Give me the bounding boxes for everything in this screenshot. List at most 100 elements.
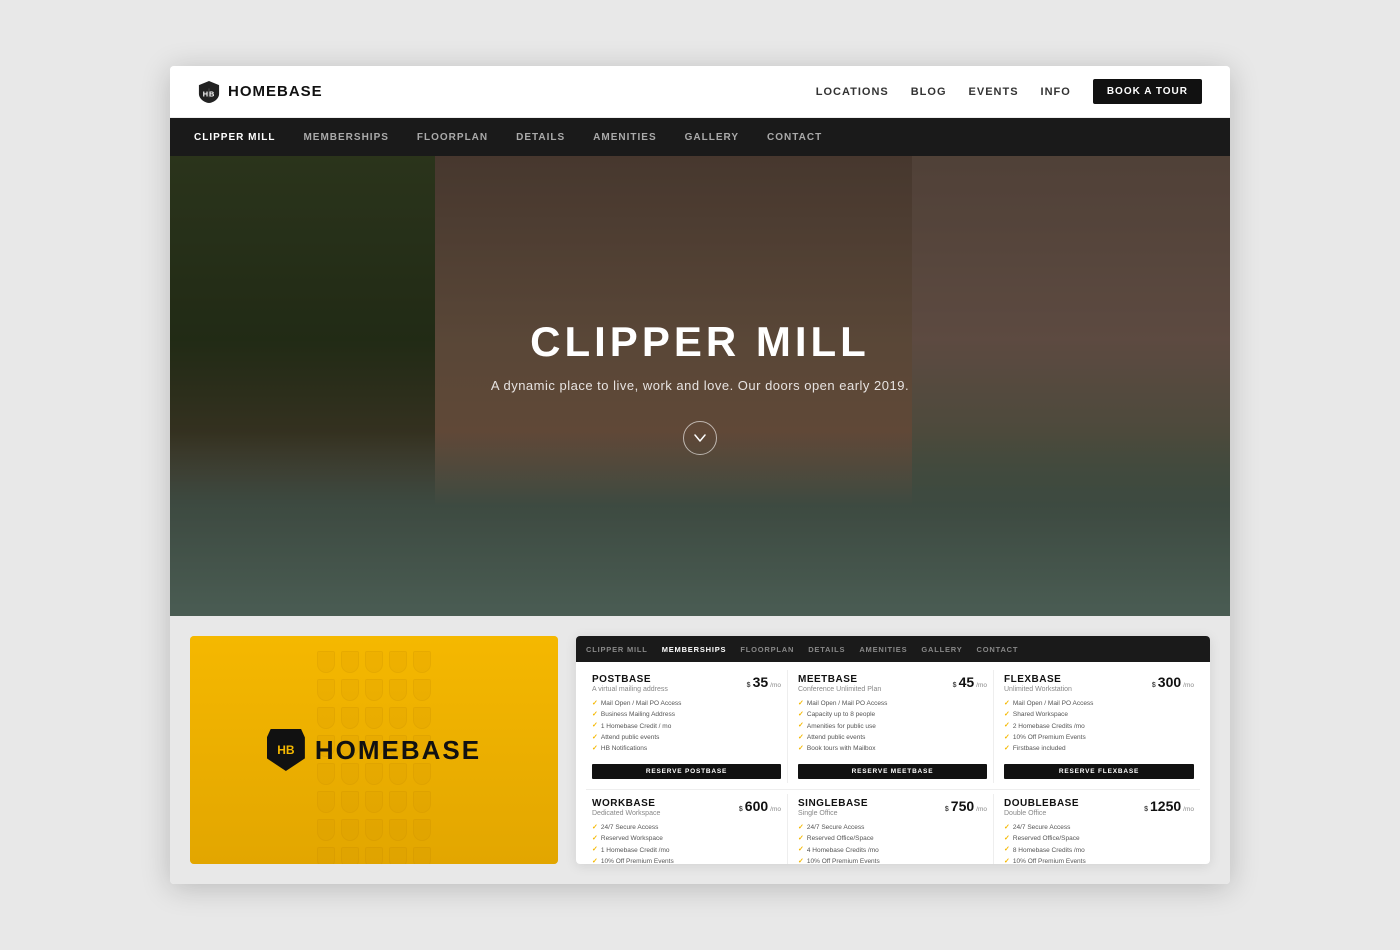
hero-section: CLIPPER MILL A dynamic place to live, wo… [170,156,1230,616]
postbase-desc: A virtual mailing address [592,685,668,694]
svg-text:HB: HB [203,89,215,98]
yellow-card-content: HB HOMEBASE [267,729,481,771]
doublebase-feature-1: 24/7 Secure Access [1004,822,1194,833]
scroll-down-button[interactable] [683,421,717,455]
singlebase-feature-3: 4 Homebase Credits /mo [798,845,987,856]
reserve-flexbase-button[interactable]: RESERVE FLEXBASE [1004,764,1194,779]
postbase-feature-5: HB Notifications [592,744,781,755]
hero-content: CLIPPER MILL A dynamic place to live, wo… [491,318,909,393]
nav-blog[interactable]: BLOG [911,86,947,98]
reserve-meetbase-button[interactable]: RESERVE MEETBASE [798,764,987,779]
postbase-features: Mail Open / Mail PO Access Business Mail… [592,698,781,755]
memberships-card: CLIPPER MILL MEMBERSHIPS FLOORPLAN DETAI… [576,636,1210,864]
postbase-feature-1: Mail Open / Mail PO Access [592,698,781,709]
hero-title: CLIPPER MILL [491,318,909,366]
tier-postbase: POSTBASE A virtual mailing address $ 35 … [586,670,788,783]
meetbase-feature-3: Amenities for public use [798,721,987,732]
top-nav: HB HOMEBASE LOCATIONS BLOG EVENTS INFO B… [170,66,1230,118]
subnav-details[interactable]: DETAILS [516,132,565,143]
brand-logo-card: HB HOMEBASE [267,729,481,771]
singlebase-feature-4: 10% Off Premium Events [798,856,987,864]
mem-nav-amenities[interactable]: AMENITIES [859,645,907,654]
postbase-feature-4: Attend public events [592,732,781,743]
doublebase-features: 24/7 Secure Access Reserved Office/Space… [1004,822,1194,864]
workbase-feature-2: Reserved Workspace [592,834,781,845]
meetbase-desc: Conference Unlimited Plan [798,685,881,694]
chevron-down-icon [693,431,707,445]
flexbase-feature-5: Firstbase included [1004,744,1194,755]
brand-name-card: HOMEBASE [315,735,481,766]
postbase-feature-3: 1 Homebase Credit / mo [592,721,781,732]
singlebase-features: 24/7 Secure Access Reserved Office/Space… [798,822,987,864]
flexbase-features: Mail Open / Mail PO Access Shared Worksp… [1004,698,1194,755]
tier-row-bottom: WORKBASE Dedicated Workspace $ 600 /mo 2… [586,794,1200,864]
flexbase-feature-2: Shared Workspace [1004,709,1194,720]
workbase-feature-1: 24/7 Secure Access [592,822,781,833]
workbase-price: 600 [745,798,768,814]
tier-meetbase: MEETBASE Conference Unlimited Plan $ 45 … [792,670,994,783]
mem-nav-gallery[interactable]: GALLERY [921,645,962,654]
tier-row-top: POSTBASE A virtual mailing address $ 35 … [586,670,1200,783]
subnav-floorplan[interactable]: FLOORPLAN [417,132,488,143]
tier-divider [586,789,1200,790]
doublebase-feature-4: 10% Off Premium Events [1004,856,1194,864]
doublebase-feature-3: 8 Homebase Credits /mo [1004,845,1194,856]
nav-events[interactable]: EVENTS [969,86,1019,98]
flexbase-desc: Unlimited Workstation [1004,685,1072,694]
workbase-feature-3: 1 Homebase Credit /mo [592,845,781,856]
hero-subtitle: A dynamic place to live, work and love. … [491,378,909,393]
meetbase-features: Mail Open / Mail PO Access Capacity up t… [798,698,987,755]
subnav-gallery[interactable]: GALLERY [685,132,739,143]
doublebase-desc: Double Office [1004,809,1079,818]
browser-window: HB HOMEBASE LOCATIONS BLOG EVENTS INFO B… [170,66,1230,884]
tier-workbase: WORKBASE Dedicated Workspace $ 600 /mo 2… [586,794,788,864]
tier-doublebase: DOUBLEBASE Double Office $ 1250 /mo 24/7… [998,794,1200,864]
subnav-clipper-mill[interactable]: CLIPPER MILL [194,132,275,143]
subnav-contact[interactable]: CONTACT [767,132,822,143]
workbase-feature-4: 10% Off Premium Events [592,856,781,864]
flexbase-feature-3: 2 Homebase Credits /mo [1004,721,1194,732]
meetbase-feature-4: Attend public events [798,732,987,743]
mem-nav-details[interactable]: DETAILS [808,645,845,654]
subnav-amenities[interactable]: AMENITIES [593,132,656,143]
book-tour-button[interactable]: BOOK A TOUR [1093,79,1202,104]
mem-nav-contact[interactable]: CONTACT [977,645,1019,654]
doublebase-feature-2: Reserved Office/Space [1004,834,1194,845]
flexbase-name: FLEXBASE [1004,674,1072,685]
mem-nav: CLIPPER MILL MEMBERSHIPS FLOORPLAN DETAI… [576,636,1210,662]
hb-shield-icon: HB [267,729,305,771]
meetbase-feature-5: Book tours with Mailbox [798,744,987,755]
singlebase-price: 750 [951,798,974,814]
logo[interactable]: HB HOMEBASE [198,81,323,103]
doublebase-name: DOUBLEBASE [1004,798,1079,809]
doublebase-price: 1250 [1150,798,1181,814]
tier-singlebase: SINGLEBASE Single Office $ 750 /mo 24/7 … [792,794,994,864]
singlebase-desc: Single Office [798,809,868,818]
postbase-price: 35 [753,674,769,690]
singlebase-name: SINGLEBASE [798,798,868,809]
workbase-features: 24/7 Secure Access Reserved Workspace 1 … [592,822,781,864]
flexbase-feature-1: Mail Open / Mail PO Access [1004,698,1194,709]
yellow-brand-card: HB HOMEBASE [190,636,558,864]
mem-nav-floorplan[interactable]: FLOORPLAN [740,645,794,654]
postbase-name: POSTBASE [592,674,668,685]
reserve-postbase-button[interactable]: RESERVE POSTBASE [592,764,781,779]
mem-nav-clipper[interactable]: CLIPPER MILL [586,645,648,654]
workbase-name: WORKBASE [592,798,660,809]
mem-body: POSTBASE A virtual mailing address $ 35 … [576,662,1210,864]
flexbase-feature-4: 10% Off Premium Events [1004,732,1194,743]
singlebase-feature-2: Reserved Office/Space [798,834,987,845]
bottom-section: HB HOMEBASE CLIPPER MILL MEMBERSHIPS FLO… [170,616,1230,884]
flexbase-price: 300 [1158,674,1181,690]
workbase-desc: Dedicated Workspace [592,809,660,818]
postbase-feature-2: Business Mailing Address [592,709,781,720]
meetbase-feature-1: Mail Open / Mail PO Access [798,698,987,709]
meetbase-name: MEETBASE [798,674,881,685]
nav-info[interactable]: INFO [1041,86,1071,98]
subnav-memberships[interactable]: MEMBERSHIPS [303,132,388,143]
mem-nav-memberships[interactable]: MEMBERSHIPS [662,645,727,654]
top-nav-links: LOCATIONS BLOG EVENTS INFO BOOK A TOUR [816,79,1202,104]
nav-locations[interactable]: LOCATIONS [816,86,889,98]
homebase-shield-icon: HB [198,81,220,103]
sub-nav: CLIPPER MILL MEMBERSHIPS FLOORPLAN DETAI… [170,118,1230,156]
